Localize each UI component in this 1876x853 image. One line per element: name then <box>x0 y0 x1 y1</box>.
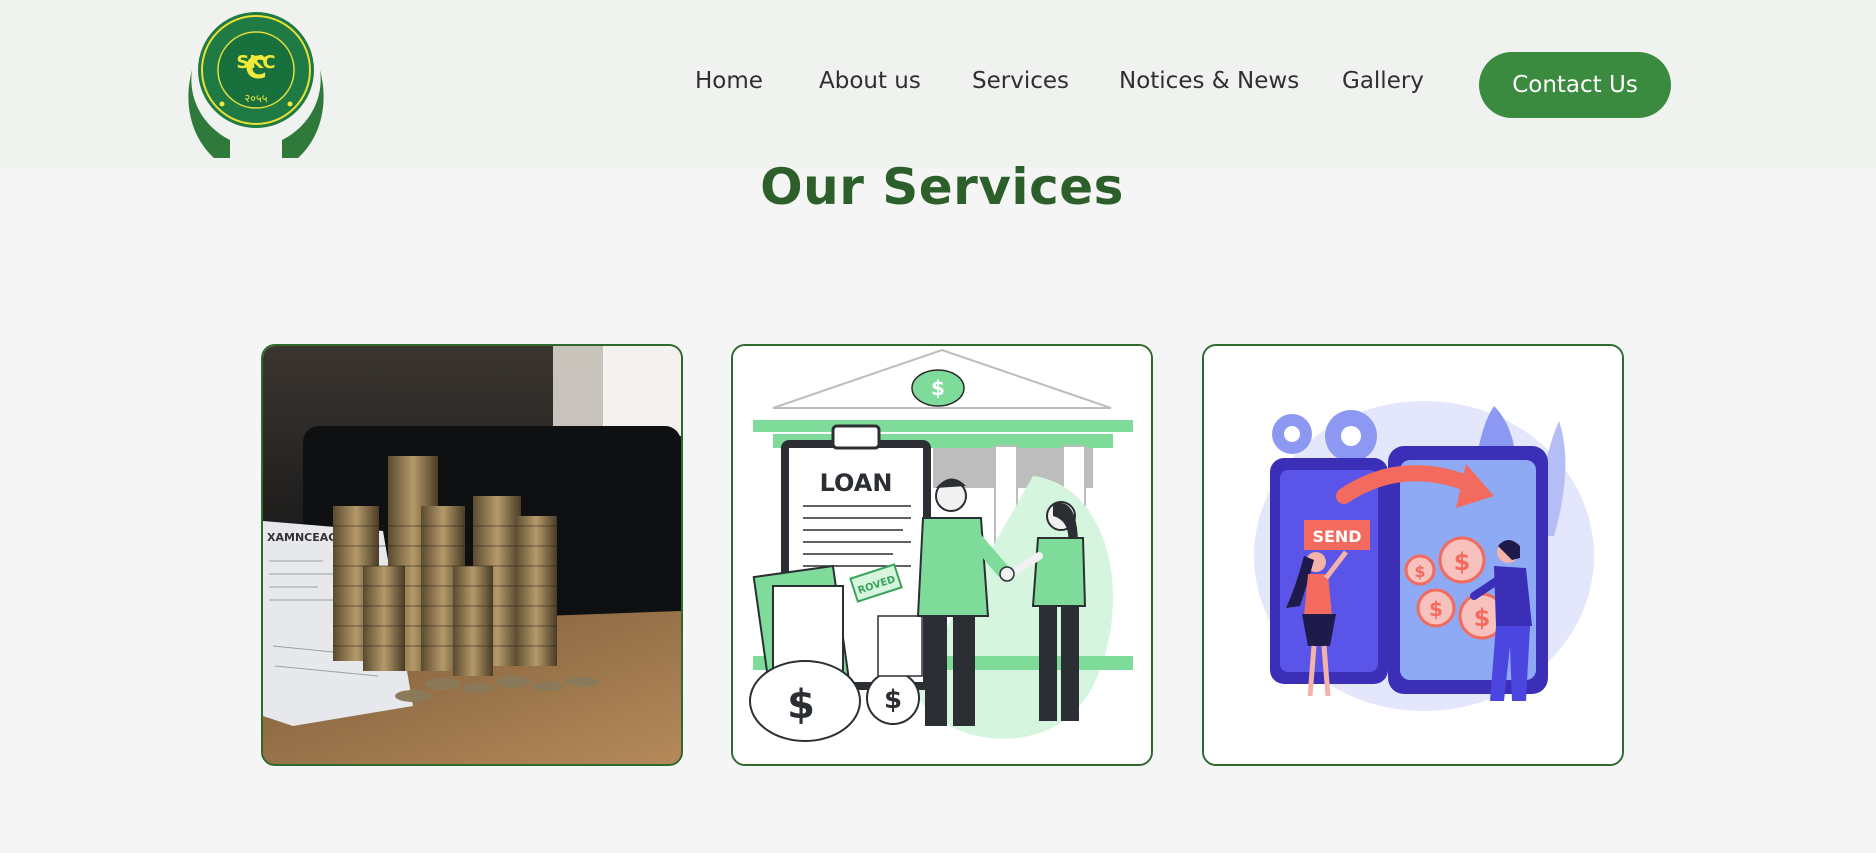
svg-text:$: $ <box>1429 597 1443 621</box>
document-heading: XAMNCEACC <box>267 531 344 544</box>
site-header: C SKC २०५५ Home About us Services Notice… <box>0 0 1876 168</box>
logo[interactable]: C SKC २०५५ <box>184 8 328 160</box>
cooperative-logo-icon: C SKC २०५५ <box>188 12 324 158</box>
nav-gallery[interactable]: Gallery <box>1342 68 1424 94</box>
logo-year: २०५५ <box>245 92 268 105</box>
contact-us-button[interactable]: Contact Us <box>1479 52 1671 118</box>
svg-text:$: $ <box>1454 548 1471 576</box>
nav-notices-news[interactable]: Notices & News <box>1119 68 1299 94</box>
svg-text:$: $ <box>931 376 945 400</box>
svg-text:$: $ <box>884 685 902 715</box>
nav-home[interactable]: Home <box>695 68 763 94</box>
svg-text:$: $ <box>1474 604 1491 632</box>
send-button-label: SEND <box>1312 527 1361 546</box>
svg-text:$: $ <box>1414 562 1425 581</box>
service-card-transfer[interactable]: SEND $ $ $ $ <box>1202 344 1624 766</box>
loan-label: LOAN <box>820 469 893 497</box>
money-transfer-illustration: SEND $ $ $ $ <box>1204 346 1622 764</box>
nav-about-us[interactable]: About us <box>819 68 921 94</box>
logo-letters: SKC <box>236 52 275 73</box>
service-card-loan[interactable]: $ LOAN ROVED $ $ <box>731 344 1153 766</box>
loan-handshake-illustration: $ LOAN ROVED $ $ <box>733 346 1151 764</box>
nav-services[interactable]: Services <box>972 68 1069 94</box>
coin-stacks-photo: XAMNCEACC <box>263 346 681 764</box>
page-title: Our Services <box>760 158 1124 216</box>
service-card-savings[interactable]: XAMNCEACC <box>261 344 683 766</box>
svg-text:$: $ <box>787 682 815 728</box>
